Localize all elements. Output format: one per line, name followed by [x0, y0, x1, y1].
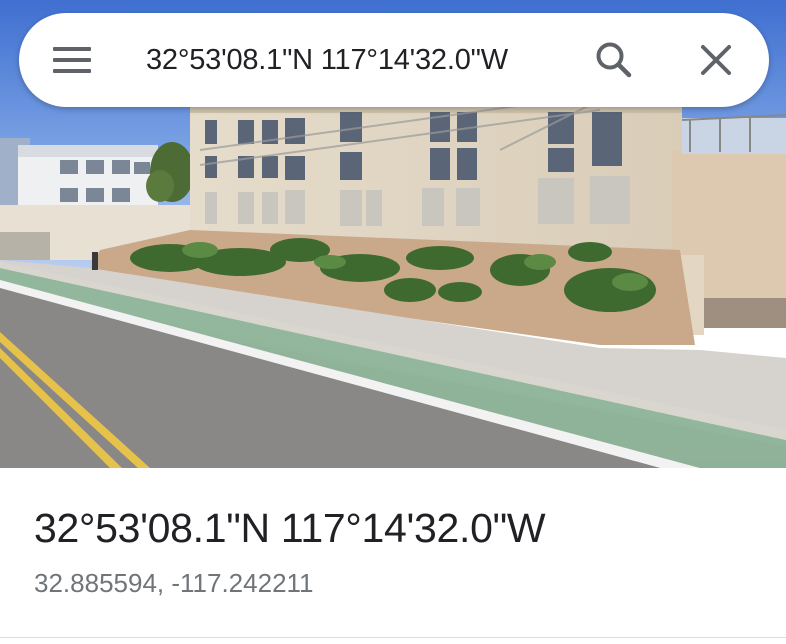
page: 32°53'08.1"N 117°14'32.0"W 32°53'08.1"N …: [0, 0, 786, 644]
decimal-coordinates: 32.885594, -117.242211: [34, 568, 314, 598]
place-title: 32°53'08.1"N 117°14'32.0"W: [34, 505, 546, 551]
search-query-text[interactable]: 32°53'08.1"N 117°14'32.0"W: [146, 40, 508, 80]
search-icon[interactable]: [593, 39, 635, 81]
search-bar: 32°53'08.1"N 117°14'32.0"W: [19, 13, 769, 107]
hamburger-menu-icon[interactable]: [53, 45, 91, 75]
close-icon[interactable]: [697, 41, 735, 79]
place-info-sheet[interactable]: 32°53'08.1"N 117°14'32.0"W 32.885594, -1…: [0, 468, 786, 644]
divider: [0, 637, 786, 638]
